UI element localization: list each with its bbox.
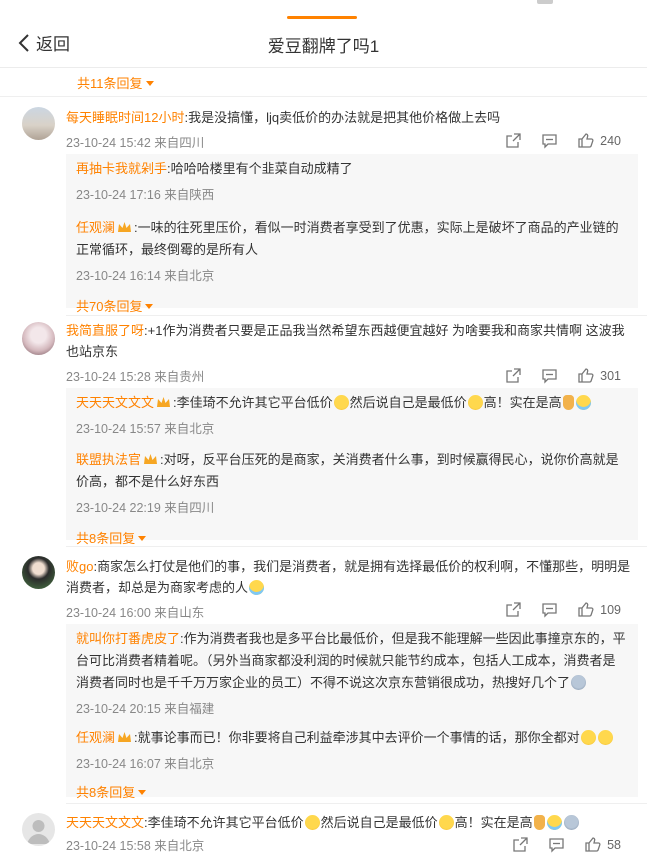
like-count: 58 — [607, 837, 621, 852]
comment-button[interactable] — [541, 132, 558, 149]
tab-indicator — [287, 16, 357, 19]
comment-icon — [542, 369, 557, 384]
crown-icon — [118, 222, 132, 232]
like-icon — [578, 133, 594, 148]
like-button[interactable]: 240 — [577, 132, 621, 149]
reply-username[interactable]: 再抽卡我就剁手 — [76, 161, 167, 176]
caret-down-icon — [145, 81, 154, 86]
cat-emoji-icon — [304, 815, 320, 830]
more-replies-link[interactable]: 共8条回复 — [66, 772, 638, 801]
reply-text: 就叫你打番虎皮了:作为消费者我也是多平台比最低价，但是我不能理解一些因此事撞京东… — [76, 631, 626, 690]
share-button[interactable] — [505, 132, 522, 149]
divider — [0, 96, 647, 97]
reply-username[interactable]: 就叫你打番虎皮了 — [76, 631, 180, 646]
cat-emoji-icon — [333, 395, 349, 410]
shocked-emoji-icon — [563, 815, 579, 830]
more-replies-link[interactable]: 共11条回复 — [77, 73, 154, 92]
comment-actions: 58 — [493, 836, 621, 853]
reply-text: 联盟执法官:对呀，反平台压死的是商家，关消费者什么事，到时候赢得民心，说你价高就… — [76, 452, 619, 489]
username[interactable]: 每天睡眠时间12小时 — [66, 110, 184, 125]
more-replies-link[interactable]: 共8条回复 — [66, 516, 638, 547]
reply-box: 就叫你打番虎皮了:作为消费者我也是多平台比最低价，但是我不能理解一些因此事撞京东… — [66, 624, 638, 800]
crown-icon — [157, 397, 171, 407]
share-icon — [506, 602, 521, 617]
reply-text: 天天天文文文:李佳琦不允许其它平台低价 然后说自己是最低价 高！实在是高 — [76, 392, 628, 414]
like-icon — [585, 837, 601, 852]
thumbs-up-emoji-icon — [562, 395, 574, 410]
comment-button[interactable] — [541, 367, 558, 384]
reply-username[interactable]: 天天天文文文 — [76, 395, 154, 410]
laugh-cry-emoji-icon — [546, 815, 562, 830]
share-icon — [506, 368, 521, 383]
smirk-emoji-icon — [580, 730, 596, 745]
reply-text: 任观澜:一味的往死里压价，看似一时消费者享受到了优惠，实际上是破坏了商品的产业链… — [76, 220, 619, 257]
reply-box: 天天天文文文:李佳琦不允许其它平台低价 然后说自己是最低价 高！实在是高 23-10… — [66, 388, 638, 546]
crown-icon — [144, 454, 158, 464]
reply-meta: 23-10-24 20:15 来自福建 — [76, 702, 215, 716]
laugh-cry-emoji-icon — [575, 395, 591, 410]
tab-icon-partial — [537, 0, 553, 4]
reply-username[interactable]: 任观澜 — [76, 220, 115, 235]
thumbs-up-emoji-icon — [533, 815, 545, 830]
like-icon — [578, 602, 594, 617]
default-avatar-icon — [27, 820, 50, 844]
reply-box: 再抽卡我就剁手:哈哈哈楼里有个韭菜自动成精了 23-10-24 17:16 来自… — [66, 154, 638, 314]
comment-button[interactable] — [541, 601, 558, 618]
share-icon — [513, 837, 528, 852]
avatar[interactable] — [22, 322, 55, 355]
comment-actions: 240 — [486, 132, 621, 149]
comment-icon — [542, 134, 557, 149]
username[interactable]: 我简直服了呀 — [66, 323, 144, 338]
page-title: 爱豆翻牌了吗1 — [267, 37, 380, 56]
reply-text: 任观澜:就事论事而已！你非要将自己利益牵涉其中去评价一个事情的话，那你全都对 — [76, 727, 628, 749]
comment-text: 我简直服了呀:+1作为消费者只要是正品我当然希望东西越便宜越好 为啥要我和商家共… — [66, 323, 625, 359]
like-button[interactable]: 58 — [584, 836, 621, 853]
comment-text: 败go:商家怎么打仗是他们的事，我们是消费者，就是拥有选择最低价的权利啊，不懂那… — [66, 559, 631, 595]
like-count: 109 — [600, 602, 621, 617]
top-bar: 返回 爱豆翻牌了吗1 — [0, 0, 647, 68]
divider — [66, 803, 647, 804]
reply-meta: 23-10-24 15:57 来自北京 — [76, 422, 215, 436]
like-count: 240 — [600, 133, 621, 148]
laugh-cry-emoji-icon — [249, 580, 265, 595]
cat-emoji-icon — [597, 730, 613, 745]
divider — [66, 315, 647, 316]
username[interactable]: 败go — [66, 559, 93, 574]
like-button[interactable]: 301 — [577, 367, 621, 384]
comment-actions: 109 — [486, 601, 621, 618]
comment-text: 天天天文文文:李佳琦不允许其它平台低价 然后说自己是最低价 高！实在是高 — [66, 812, 636, 833]
divider — [66, 546, 647, 547]
cat-emoji-icon — [438, 815, 454, 830]
shocked-emoji-icon — [571, 675, 587, 690]
crown-icon — [118, 732, 132, 742]
share-icon — [506, 133, 521, 148]
reply-meta: 23-10-24 16:14 来自北京 — [76, 269, 215, 283]
caret-down-icon — [138, 536, 147, 541]
caret-down-icon — [145, 304, 154, 309]
username[interactable]: 天天天文文文 — [66, 815, 144, 830]
reply-meta: 23-10-24 22:19 来自四川 — [76, 501, 215, 515]
reply-meta: 23-10-24 16:07 来自北京 — [76, 757, 215, 771]
like-icon — [578, 368, 594, 383]
reply-text: 再抽卡我就剁手:哈哈哈楼里有个韭菜自动成精了 — [76, 161, 353, 176]
comment-actions: 301 — [486, 367, 621, 384]
comment-text: 每天睡眠时间12小时:我是没搞懂，ljq卖低价的办法就是把其他价格做上去吗 — [66, 110, 501, 125]
reply-username[interactable]: 联盟执法官 — [76, 452, 141, 467]
share-button[interactable] — [505, 367, 522, 384]
like-count: 301 — [600, 368, 621, 383]
caret-down-icon — [138, 790, 147, 795]
share-button[interactable] — [505, 601, 522, 618]
reply-meta: 23-10-24 17:16 来自陕西 — [76, 188, 215, 202]
avatar[interactable] — [22, 813, 55, 846]
comment-icon — [542, 603, 557, 618]
avatar[interactable] — [22, 107, 55, 140]
reply-username[interactable]: 任观澜 — [76, 730, 115, 745]
cat-emoji-icon — [467, 395, 483, 410]
avatar[interactable] — [22, 556, 55, 589]
comment-button[interactable] — [548, 836, 565, 853]
more-replies-link[interactable]: 共70条回复 — [66, 284, 638, 315]
like-button[interactable]: 109 — [577, 601, 621, 618]
share-button[interactable] — [512, 836, 529, 853]
comment-icon — [549, 838, 564, 853]
